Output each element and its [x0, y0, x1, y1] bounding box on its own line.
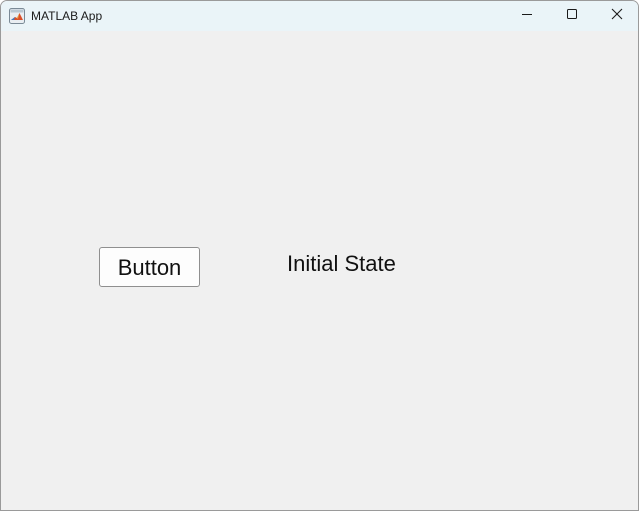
window-title: MATLAB App — [31, 9, 103, 23]
maximize-button[interactable] — [549, 1, 595, 31]
app-canvas: Button Initial State — [1, 31, 638, 510]
app-window: MATLAB App Button Initial State — [0, 0, 639, 511]
matlab-logo-icon — [9, 8, 25, 24]
close-icon — [611, 7, 623, 25]
main-button[interactable]: Button — [99, 247, 200, 287]
minimize-button[interactable] — [504, 1, 550, 31]
status-label: Initial State — [287, 251, 396, 276]
minimize-icon — [521, 7, 533, 25]
maximize-icon — [566, 7, 578, 25]
close-button[interactable] — [594, 1, 638, 31]
title-bar[interactable]: MATLAB App — [1, 1, 638, 31]
